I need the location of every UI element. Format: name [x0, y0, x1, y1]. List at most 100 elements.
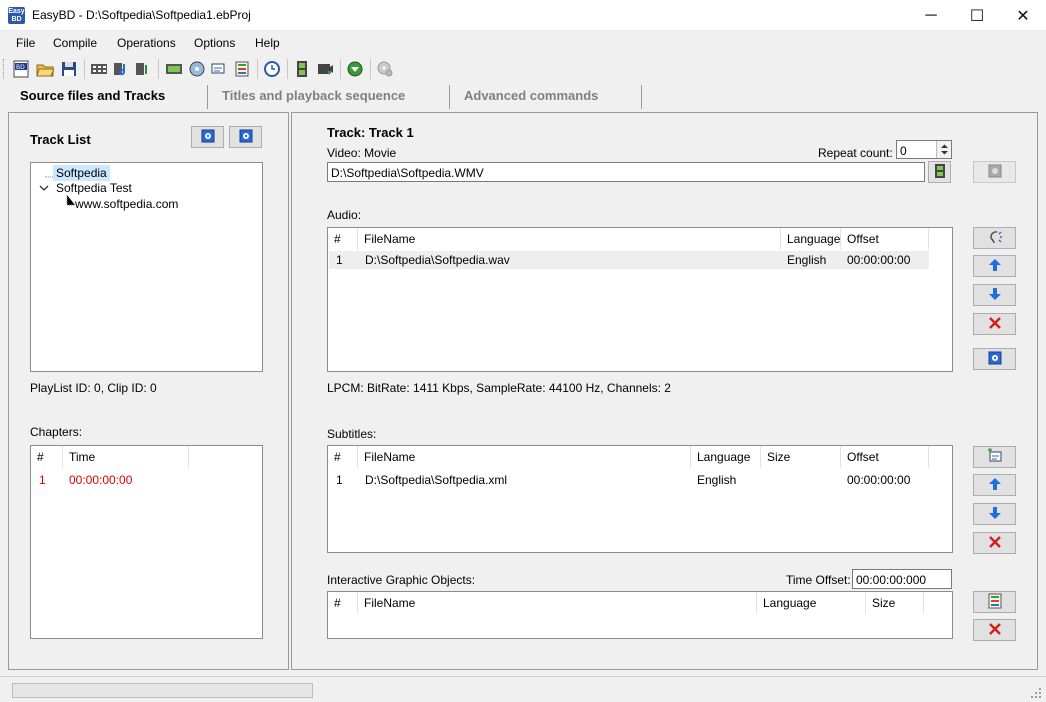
- igo-header-filename[interactable]: FileName: [358, 592, 757, 614]
- audio-filename: D:\Softpedia\Softpedia.wav: [365, 253, 510, 267]
- video-path-input[interactable]: D:\Softpedia\Softpedia.WMV: [327, 162, 925, 182]
- track-list-properties-button[interactable]: [191, 126, 224, 148]
- sub-num: 1: [336, 473, 343, 487]
- audio-properties-button[interactable]: [973, 348, 1016, 370]
- track-list-title: Track List: [30, 132, 91, 147]
- sub-language: English: [697, 473, 737, 487]
- sub-move-down-button[interactable]: [973, 503, 1016, 525]
- chapter-num: 1: [39, 473, 46, 487]
- igo-header-num[interactable]: #: [328, 592, 358, 614]
- audio-move-up-button[interactable]: [973, 255, 1016, 277]
- track-title: Track: Track 1: [327, 125, 414, 140]
- chevron-down-icon[interactable]: [39, 183, 49, 193]
- audio-info: LPCM: BitRate: 1411 Kbps, SampleRate: 44…: [327, 381, 671, 395]
- arrow-up-icon: [987, 257, 1003, 276]
- tree-item-www-softpedia[interactable]: www.softpedia.com: [75, 197, 178, 211]
- toolbar-grip[interactable]: [3, 59, 6, 79]
- igo-delete-button[interactable]: [973, 619, 1016, 641]
- audio-list[interactable]: # FileName Language Offset 1 D:\Softpedi…: [327, 227, 953, 372]
- menu-compile[interactable]: Compile: [53, 36, 97, 50]
- maximize-button[interactable]: ☐: [954, 0, 1000, 31]
- track-list-edit-button[interactable]: [229, 126, 262, 148]
- igo-header-size[interactable]: Size: [866, 592, 924, 614]
- subtitle-add-icon: [987, 447, 1003, 467]
- chapters-header-time[interactable]: Time: [63, 446, 189, 468]
- subtitle-edit-icon[interactable]: [208, 58, 230, 80]
- playlist-info: PlayList ID: 0, Clip ID: 0: [30, 381, 157, 395]
- chapters-header-num[interactable]: #: [31, 446, 63, 468]
- ear-icon: [987, 229, 1003, 248]
- film-strip-icon: [933, 163, 947, 181]
- clock-icon[interactable]: [261, 58, 283, 80]
- sub-header-language[interactable]: Language: [691, 446, 761, 468]
- properties-icon: [988, 351, 1002, 368]
- window-title: EasyBD - D:\Softpedia\Softpedia1.ebProj: [32, 8, 251, 22]
- menu-options[interactable]: Options: [194, 36, 235, 50]
- video-properties-button[interactable]: [973, 161, 1016, 183]
- audio-move-down-button[interactable]: [973, 284, 1016, 306]
- tab-advanced-commands[interactable]: Advanced commands: [450, 85, 642, 109]
- chapter-time: 00:00:00:00: [69, 473, 133, 487]
- resize-grip-icon[interactable]: [1030, 687, 1042, 699]
- tab-source-files[interactable]: Source files and Tracks: [6, 85, 208, 109]
- tab-titles-playback[interactable]: Titles and playback sequence: [208, 85, 450, 109]
- tree-item-softpedia-test[interactable]: Softpedia Test: [56, 181, 132, 195]
- add-subtitle-icon[interactable]: [132, 58, 154, 80]
- menu-help[interactable]: Help: [255, 36, 280, 50]
- igo-label: Interactive Graphic Objects:: [327, 573, 476, 587]
- track-icon[interactable]: [163, 58, 185, 80]
- new-project-icon[interactable]: BD: [10, 58, 32, 80]
- audio-header-num[interactable]: #: [328, 228, 358, 250]
- audio-num: 1: [336, 253, 343, 267]
- table-row[interactable]: 1 D:\Softpedia\Softpedia.wav English 00:…: [329, 251, 929, 269]
- sub-delete-button[interactable]: [973, 532, 1016, 554]
- menu-file[interactable]: File: [16, 36, 35, 50]
- tree-item-softpedia[interactable]: Softpedia: [53, 165, 110, 181]
- burn-disc-icon[interactable]: [344, 58, 366, 80]
- disc-audio-icon[interactable]: [186, 58, 208, 80]
- add-video-icon[interactable]: [88, 58, 110, 80]
- sub-header-filename[interactable]: FileName: [358, 446, 691, 468]
- delete-x-icon: [987, 315, 1003, 334]
- track-tree[interactable]: Softpedia Softpedia Test www.softpedia.c…: [30, 162, 263, 372]
- properties-icon: [988, 164, 1002, 181]
- film-strip-icon[interactable]: [291, 58, 313, 80]
- progress-bar: [12, 683, 313, 698]
- sub-header-num[interactable]: #: [328, 446, 358, 468]
- add-subtitle-button[interactable]: [973, 446, 1016, 468]
- chapters-list[interactable]: # Time 1 00:00:00:00: [30, 445, 263, 639]
- repeat-count-value: 0: [900, 144, 907, 158]
- audio-header-language[interactable]: Language: [781, 228, 841, 250]
- subtitles-list[interactable]: # FileName Language Size Offset 1 D:\Sof…: [327, 445, 953, 553]
- compile-movie-icon[interactable]: [314, 58, 336, 80]
- time-offset-input[interactable]: 00:00:00:000: [852, 569, 952, 589]
- sub-move-up-button[interactable]: [973, 474, 1016, 496]
- arrow-down-icon: [987, 505, 1003, 524]
- minimize-button[interactable]: ─: [908, 0, 954, 31]
- igo-list[interactable]: # FileName Language Size: [327, 591, 953, 639]
- audio-header-filename[interactable]: FileName: [358, 228, 781, 250]
- video-label: Video: Movie: [327, 146, 397, 160]
- menu-list-icon: [987, 593, 1003, 612]
- status-bar: [0, 676, 1046, 702]
- menu-operations[interactable]: Operations: [117, 36, 176, 50]
- menu-list-icon[interactable]: [231, 58, 253, 80]
- browse-video-button[interactable]: [928, 161, 951, 183]
- sub-header-size[interactable]: Size: [761, 446, 841, 468]
- add-audio-button[interactable]: [973, 227, 1016, 249]
- audio-label: Audio:: [327, 208, 362, 222]
- save-icon[interactable]: [58, 58, 80, 80]
- disc-settings-icon[interactable]: [374, 58, 396, 80]
- sub-header-offset[interactable]: Offset: [841, 446, 929, 468]
- add-igo-button[interactable]: [973, 591, 1016, 613]
- repeat-count-spinner[interactable]: [936, 141, 951, 158]
- repeat-count-input[interactable]: 0: [896, 140, 952, 159]
- igo-header-language[interactable]: Language: [757, 592, 866, 614]
- title-bar: Easy BD EasyBD - D:\Softpedia\Softpedia1…: [0, 0, 1046, 31]
- audio-offset: 00:00:00:00: [847, 253, 911, 267]
- open-folder-icon[interactable]: [34, 58, 56, 80]
- audio-delete-button[interactable]: [973, 313, 1016, 335]
- add-audio-icon[interactable]: [110, 58, 132, 80]
- close-button[interactable]: ✕: [1000, 0, 1046, 31]
- audio-header-offset[interactable]: Offset: [841, 228, 929, 250]
